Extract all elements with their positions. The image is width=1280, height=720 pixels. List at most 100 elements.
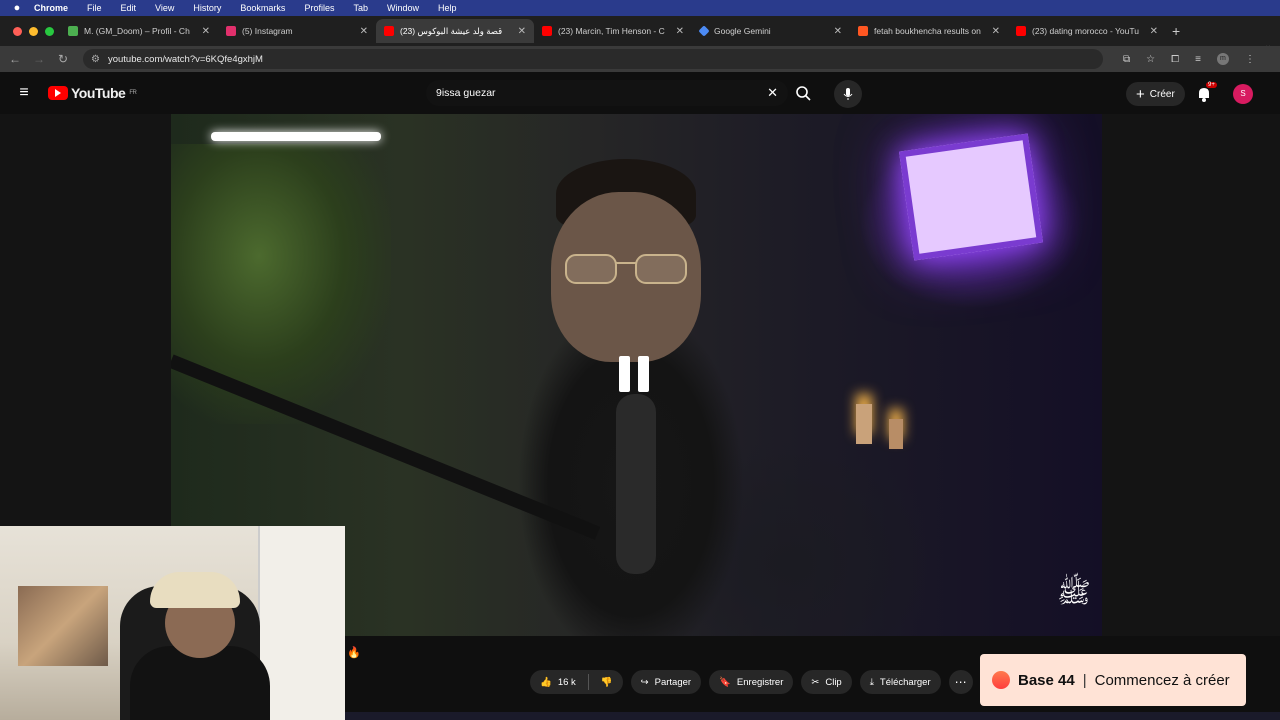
tab-title: M. (GM_Doom) – Profil - Ch bbox=[84, 26, 190, 36]
avatar[interactable]: S bbox=[1233, 84, 1253, 104]
bookmark-star-icon[interactable]: ☆ bbox=[1146, 54, 1155, 65]
plus-icon: + bbox=[1136, 85, 1145, 103]
clip-button[interactable]: ✂ Clip bbox=[801, 670, 852, 694]
back-arrow-icon[interactable]: ← bbox=[3, 52, 27, 66]
macos-menu-bar: ● Chrome File Edit View History Bookmark… bbox=[0, 0, 1280, 16]
notifications-button[interactable]: 9+ bbox=[1196, 82, 1218, 104]
search-button[interactable] bbox=[788, 80, 818, 106]
reading-list-icon[interactable]: ≡ bbox=[1195, 54, 1201, 65]
close-icon[interactable]: ✕ bbox=[1150, 26, 1158, 37]
tab-profile[interactable]: M. (GM_Doom) – Profil - Ch ✕ bbox=[60, 19, 218, 43]
apple-icon[interactable]: ● bbox=[0, 2, 34, 14]
close-icon[interactable]: ✕ bbox=[360, 26, 368, 37]
profile-icon[interactable]: m bbox=[1216, 53, 1229, 65]
minimize-window-button[interactable] bbox=[29, 26, 38, 36]
youtube-header: ≡ YouTube FR 9issa guezar ✕ + Créer 9+ bbox=[0, 72, 1280, 114]
tab-title: (23) dating morocco - YouTu bbox=[1032, 26, 1139, 36]
tab-fetah-results[interactable]: fetah boukhencha results on ✕ bbox=[850, 19, 1008, 43]
video-scene-glasses bbox=[565, 254, 687, 284]
menu-history[interactable]: History bbox=[193, 3, 221, 13]
url-text: youtube.com/watch?v=6KQfe4gxhjM bbox=[107, 53, 263, 65]
webcam-person-cap bbox=[150, 572, 240, 608]
share-icon: ↪ bbox=[640, 676, 649, 688]
tab-youtube-active[interactable]: (23) قصة ولد عيشة البوكوس ✕ bbox=[376, 19, 534, 43]
download-icon: ⤓ bbox=[869, 676, 874, 688]
clear-search-icon[interactable]: ✕ bbox=[767, 85, 778, 101]
more-actions-button[interactable]: ⋯ bbox=[948, 670, 973, 694]
download-button[interactable]: ⤓ Télécharger bbox=[859, 670, 941, 694]
notifications-badge: 9+ bbox=[1206, 82, 1217, 88]
voice-search-button[interactable] bbox=[834, 80, 862, 108]
url-field[interactable]: ⚙ youtube.com/watch?v=6KQfe4gxhjM bbox=[83, 49, 1103, 69]
pause-icon[interactable] bbox=[619, 356, 649, 392]
tab-title: (23) Marcin, Tim Henson - C bbox=[558, 26, 665, 36]
menu-view[interactable]: View bbox=[155, 3, 174, 13]
tab-youtube-dating[interactable]: (23) dating morocco - YouTu ✕ bbox=[1008, 19, 1166, 43]
save-label: Enregistrer bbox=[736, 676, 784, 688]
close-icon[interactable]: ✕ bbox=[518, 26, 526, 37]
close-icon[interactable]: ✕ bbox=[202, 26, 210, 37]
video-scene-purple-light bbox=[898, 133, 1044, 261]
chrome-menu-icon[interactable]: ⋮ bbox=[1245, 54, 1255, 65]
like-dislike-group: 👍 16 k 👎 bbox=[530, 670, 623, 694]
search-query: 9issa guezar bbox=[436, 87, 496, 99]
webcam-shelf bbox=[258, 526, 345, 720]
tab-title: (23) قصة ولد عيشة البوكوس bbox=[400, 25, 503, 36]
menu-bookmarks[interactable]: Bookmarks bbox=[240, 3, 285, 13]
youtube-icon bbox=[1016, 26, 1026, 36]
tab-instagram[interactable]: (5) Instagram ✕ bbox=[218, 19, 376, 43]
divider bbox=[587, 674, 589, 690]
gemini-icon bbox=[698, 25, 710, 37]
ad-cta[interactable]: Commencez à créer bbox=[1095, 672, 1230, 689]
tab-favicon-icon bbox=[68, 26, 78, 36]
share-button[interactable]: ↪ Partager bbox=[630, 670, 702, 694]
site-favicon-icon bbox=[858, 26, 868, 36]
youtube-logo-text: YouTube bbox=[71, 85, 126, 101]
instagram-icon bbox=[226, 26, 236, 36]
new-tab-button[interactable]: + bbox=[1172, 23, 1180, 39]
search-input[interactable]: 9issa guezar ✕ bbox=[426, 80, 788, 106]
forward-arrow-icon[interactable]: → bbox=[27, 52, 51, 66]
extensions-icon[interactable]: ⧠ bbox=[1171, 54, 1179, 65]
tab-gemini[interactable]: Google Gemini ✕ bbox=[692, 19, 850, 43]
youtube-logo[interactable]: YouTube FR bbox=[48, 85, 137, 101]
close-icon[interactable]: ✕ bbox=[992, 26, 1000, 37]
menu-help[interactable]: Help bbox=[438, 3, 457, 13]
download-label: Télécharger bbox=[879, 676, 931, 688]
maximize-window-button[interactable] bbox=[45, 26, 54, 36]
menu-file[interactable]: File bbox=[87, 3, 102, 13]
menu-edit[interactable]: Edit bbox=[121, 3, 137, 13]
site-info-icon[interactable]: ⚙ bbox=[91, 54, 100, 65]
close-icon[interactable]: ✕ bbox=[676, 26, 684, 37]
like-count[interactable]: 16 k bbox=[558, 677, 576, 688]
search-icon bbox=[796, 86, 811, 101]
youtube-play-icon bbox=[48, 86, 68, 100]
menu-tab[interactable]: Tab bbox=[353, 3, 368, 13]
tab-title: Google Gemini bbox=[714, 26, 771, 36]
close-window-button[interactable] bbox=[13, 26, 22, 36]
menu-chrome[interactable]: Chrome bbox=[34, 3, 68, 13]
thumbs-down-icon[interactable]: 👎 bbox=[601, 677, 613, 688]
tab-title: fetah boukhencha results on bbox=[874, 26, 981, 36]
tab-youtube-marcin[interactable]: (23) Marcin, Tim Henson - C ✕ bbox=[534, 19, 692, 43]
tab-title: (5) Instagram bbox=[242, 26, 293, 36]
channel-watermark-logo: ﷺ bbox=[1057, 576, 1091, 609]
divider: | bbox=[1082, 671, 1087, 689]
install-app-icon[interactable]: ⧉ bbox=[1123, 54, 1130, 65]
menu-profiles[interactable]: Profiles bbox=[304, 3, 334, 13]
address-bar-row: ← → ↻ ⚙ youtube.com/watch?v=6KQfe4gxhjM … bbox=[0, 46, 1280, 72]
close-icon[interactable]: ✕ bbox=[834, 26, 842, 37]
save-button[interactable]: 🔖 Enregistrer bbox=[709, 670, 794, 694]
hamburger-menu-icon[interactable]: ≡ bbox=[0, 84, 48, 102]
create-button[interactable]: + Créer bbox=[1126, 82, 1185, 106]
reload-icon[interactable]: ↻ bbox=[51, 52, 75, 66]
menu-window[interactable]: Window bbox=[387, 3, 419, 13]
page-bottom-edge bbox=[345, 712, 1280, 720]
youtube-icon bbox=[542, 26, 552, 36]
fire-icon: 🔥 bbox=[347, 647, 361, 659]
webcam-overlay bbox=[0, 526, 345, 720]
thumbs-up-icon[interactable]: 👍 bbox=[540, 677, 552, 688]
region-code: FR bbox=[129, 90, 137, 96]
scissors-icon: ✂ bbox=[811, 676, 820, 688]
ad-banner[interactable]: Base 44 | Commencez à créer bbox=[980, 654, 1246, 706]
